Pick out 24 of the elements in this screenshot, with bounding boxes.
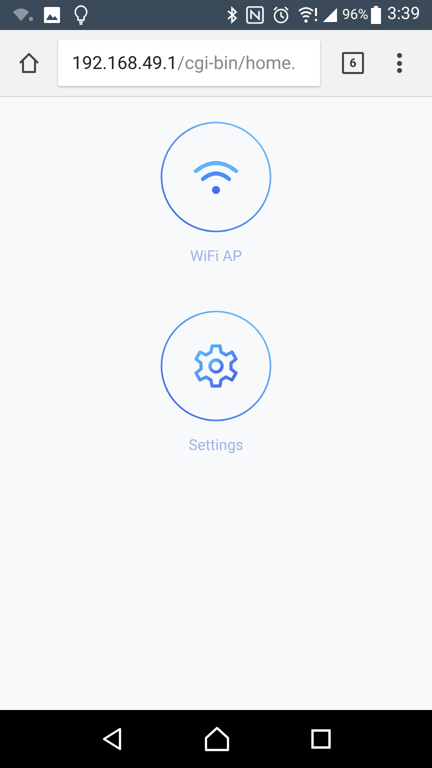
- url-path: /cgi-bin/home.: [177, 52, 296, 76]
- recents-icon[interactable]: [311, 729, 332, 749]
- nfc-icon: [246, 6, 264, 24]
- battery-icon: [371, 6, 382, 24]
- menu-label: Settings: [188, 434, 244, 456]
- url-host: 192.168.49.1: [72, 52, 178, 76]
- lightbulb-icon: [74, 5, 88, 25]
- menu-label: WiFi AP: [190, 246, 242, 267]
- wifi-unknown-icon: [12, 7, 34, 23]
- home-icon: [18, 52, 40, 74]
- menu-circle-button[interactable]: [160, 121, 272, 233]
- menu-circle-button[interactable]: [160, 310, 272, 422]
- battery-percent: 96%: [342, 6, 368, 24]
- image-icon: [44, 7, 60, 23]
- alarm-icon: [272, 6, 290, 24]
- address-bar[interactable]: 192.168.49.1/cgi-bin/home.: [58, 40, 320, 86]
- bluetooth-icon: [226, 6, 238, 24]
- tab-count-button[interactable]: 6: [342, 52, 364, 74]
- back-icon[interactable]: [100, 727, 123, 751]
- gear-icon: [192, 342, 240, 390]
- clock-time: 3:39: [387, 3, 420, 26]
- wifi-icon: [298, 6, 318, 24]
- home-icon[interactable]: [204, 726, 230, 752]
- signal-icon: [322, 7, 338, 23]
